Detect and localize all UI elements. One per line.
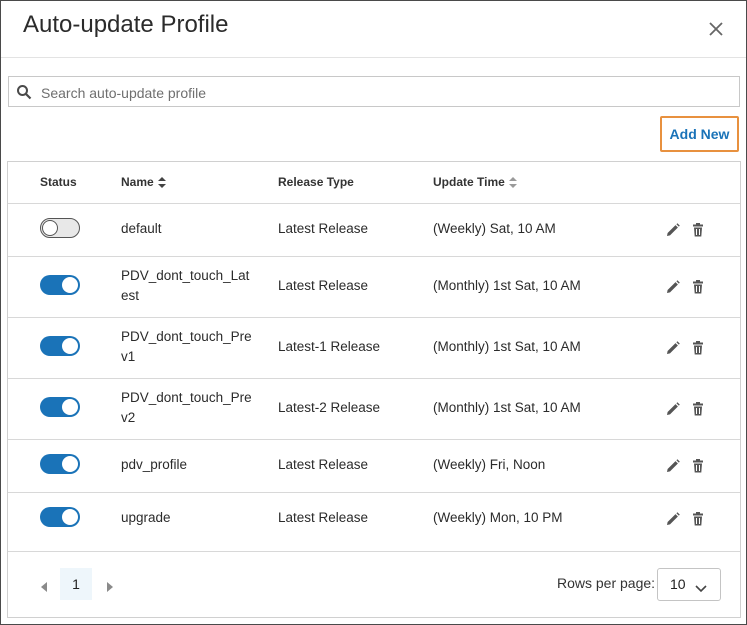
update-time: (Weekly) Mon, 10 PM <box>433 510 563 525</box>
search-field <box>8 76 740 107</box>
toggle-knob <box>62 277 78 293</box>
toggle-knob <box>62 399 78 415</box>
close-icon[interactable] <box>704 17 728 41</box>
page-number[interactable]: 1 <box>60 568 92 600</box>
column-header-name-label: Name <box>121 175 154 189</box>
chevron-down-icon <box>695 580 707 593</box>
column-header-status-label: Status <box>40 175 77 189</box>
column-header-release-type-label: Release Type <box>278 175 354 189</box>
profile-name-line: default <box>121 221 162 236</box>
profile-name-line: PDV_dont_touch_Lat <box>121 268 250 283</box>
update-time: (Weekly) Fri, Noon <box>433 457 546 472</box>
release-type: Latest Release <box>278 457 369 472</box>
status-toggle[interactable] <box>40 275 80 295</box>
column-header-update-time-label: Update Time <box>433 175 505 189</box>
release-type: Latest Release <box>278 221 369 236</box>
chevron-left-icon[interactable] <box>39 579 49 592</box>
update-time: (Monthly) 1st Sat, 10 AM <box>433 400 581 415</box>
table-row: PDV_dont_touch_Pre v2 Latest-2 Release (… <box>8 378 740 440</box>
pencil-icon[interactable] <box>666 223 680 237</box>
add-new-button[interactable]: Add New <box>660 116 739 152</box>
profiles-table: Status Name Release Type Update Time def… <box>7 161 741 618</box>
profile-name: pdv_profile <box>121 455 187 475</box>
release-type: Latest-1 Release <box>278 339 381 354</box>
release-type: Latest-2 Release <box>278 400 381 415</box>
rows-per-page-label: Rows per page: <box>557 575 656 591</box>
search-icon <box>16 84 32 100</box>
profile-name-line: upgrade <box>121 510 171 525</box>
update-time: (Monthly) 1st Sat, 10 AM <box>433 339 581 354</box>
status-toggle[interactable] <box>40 507 80 527</box>
release-type: Latest Release <box>278 278 369 293</box>
trash-icon[interactable] <box>691 402 705 416</box>
pencil-icon[interactable] <box>666 402 680 416</box>
release-type: Latest Release <box>278 510 369 525</box>
search-input[interactable] <box>39 80 733 105</box>
profile-name-line: pdv_profile <box>121 457 188 472</box>
profile-name: PDV_dont_touch_Pre v2 <box>121 388 252 428</box>
sort-icon[interactable] <box>508 176 517 188</box>
profile-name-line: v2 <box>121 410 136 425</box>
status-toggle[interactable] <box>40 454 80 474</box>
profile-name: upgrade <box>121 508 171 528</box>
table-row: PDV_dont_touch_Pre v1 Latest-1 Release (… <box>8 317 740 379</box>
sort-icon[interactable] <box>157 176 166 188</box>
table-header: Status Name Release Type Update Time <box>8 162 740 204</box>
trash-icon[interactable] <box>691 223 705 237</box>
status-toggle[interactable] <box>40 397 80 417</box>
pencil-icon[interactable] <box>666 512 680 526</box>
status-toggle[interactable] <box>40 218 80 238</box>
table-row: upgrade Latest Release (Weekly) Mon, 10 … <box>8 492 740 552</box>
pagination-bar: 1 Rows per page: 10 <box>8 552 740 616</box>
chevron-right-icon[interactable] <box>105 579 115 592</box>
toggle-knob <box>62 338 78 354</box>
trash-icon[interactable] <box>691 459 705 473</box>
status-toggle[interactable] <box>40 336 80 356</box>
pencil-icon[interactable] <box>666 341 680 355</box>
rows-per-page-select[interactable]: 10 <box>657 568 721 601</box>
update-time: (Monthly) 1st Sat, 10 AM <box>433 278 581 293</box>
toggle-knob <box>62 509 78 525</box>
profile-name: PDV_dont_touch_Lat est <box>121 266 249 306</box>
table-row: PDV_dont_touch_Lat est Latest Release (M… <box>8 256 740 318</box>
trash-icon[interactable] <box>691 341 705 355</box>
profile-name-line: est <box>121 288 140 303</box>
profile-name-line: PDV_dont_touch_Pre <box>121 329 252 344</box>
pencil-icon[interactable] <box>666 280 680 294</box>
rows-per-page-value: 10 <box>670 576 686 592</box>
table-row: default Latest Release (Weekly) Sat, 10 … <box>8 203 740 257</box>
pencil-icon[interactable] <box>666 459 680 473</box>
toggle-knob <box>42 220 58 236</box>
column-header-status: Status <box>40 175 77 189</box>
column-header-name[interactable]: Name <box>121 175 166 189</box>
profile-name: default <box>121 219 162 239</box>
trash-icon[interactable] <box>691 280 705 294</box>
column-header-update-time[interactable]: Update Time <box>433 175 517 189</box>
auto-update-profile-dialog: Auto-update Profile Add New Status Name … <box>0 0 747 625</box>
toggle-knob <box>62 456 78 472</box>
column-header-release-type: Release Type <box>278 175 354 189</box>
profile-name-line: v1 <box>121 349 136 364</box>
dialog-title: Auto-update Profile <box>23 11 229 38</box>
dialog-header: Auto-update Profile <box>1 1 746 58</box>
update-time: (Weekly) Sat, 10 AM <box>433 221 556 236</box>
profile-name: PDV_dont_touch_Pre v1 <box>121 327 252 367</box>
profile-name-line: PDV_dont_touch_Pre <box>121 390 252 405</box>
table-row: pdv_profile Latest Release (Weekly) Fri,… <box>8 439 740 493</box>
trash-icon[interactable] <box>691 512 705 526</box>
